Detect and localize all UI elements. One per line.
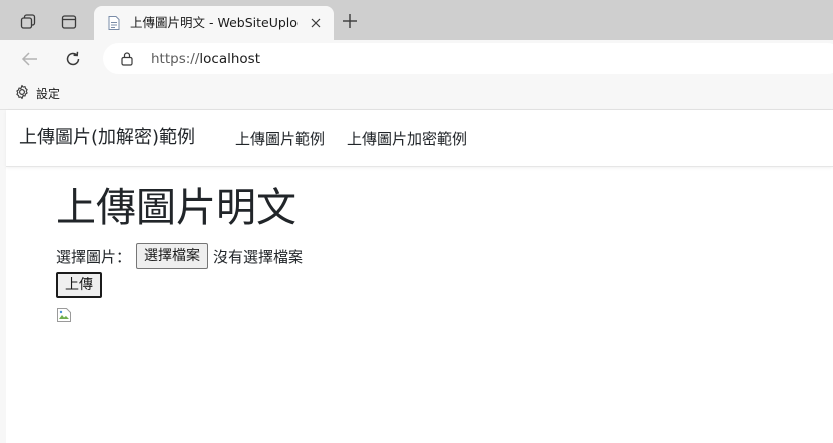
favorites-bar: 設定 [0, 78, 833, 110]
new-tab-icon[interactable] [337, 8, 363, 34]
upload-button[interactable]: 上傳 [56, 272, 102, 298]
browser-tab-strip: 上傳圖片明文 - WebSiteUplodaImage [0, 0, 833, 40]
broken-image-icon [56, 307, 72, 323]
tab-actions-icon[interactable] [55, 8, 83, 36]
close-icon[interactable] [307, 14, 325, 32]
browser-toolbar: https://localhost [0, 40, 833, 78]
file-status-text: 沒有選擇檔案 [213, 247, 304, 266]
nav-link-upload-example[interactable]: 上傳圖片範例 [235, 130, 325, 148]
site-brand-link[interactable]: 上傳圖片(加解密)範例 [19, 127, 195, 149]
refresh-icon[interactable] [59, 46, 87, 72]
active-tab[interactable]: 上傳圖片明文 - WebSiteUplodaImage [94, 6, 334, 40]
file-input-row: 選擇圖片： 選擇檔案 沒有選擇檔案 [56, 241, 303, 271]
back-icon[interactable] [16, 46, 44, 72]
url-text[interactable]: https://localhost [151, 51, 260, 67]
choose-file-button[interactable]: 選擇檔案 [136, 243, 209, 269]
nav-link-upload-encrypted-example[interactable]: 上傳圖片加密範例 [347, 130, 467, 148]
favorite-label: 設定 [36, 87, 61, 101]
lock-icon[interactable] [120, 51, 134, 66]
tab-title: 上傳圖片明文 - WebSiteUplodaImage [130, 15, 298, 30]
file-input-label: 選擇圖片： [56, 247, 132, 266]
address-bar[interactable]: https://localhost [103, 43, 833, 74]
site-navbar: 上傳圖片(加解密)範例 上傳圖片範例 上傳圖片加密範例 [6, 110, 833, 167]
favorite-settings[interactable]: 設定 [14, 84, 60, 103]
gear-icon [14, 84, 30, 104]
page-title: 上傳圖片明文 [56, 185, 296, 231]
workspaces-icon[interactable] [14, 8, 42, 36]
page-icon [106, 15, 122, 31]
page-viewport: 上傳圖片(加解密)範例 上傳圖片範例 上傳圖片加密範例 上傳圖片明文 選擇圖片：… [0, 110, 833, 443]
